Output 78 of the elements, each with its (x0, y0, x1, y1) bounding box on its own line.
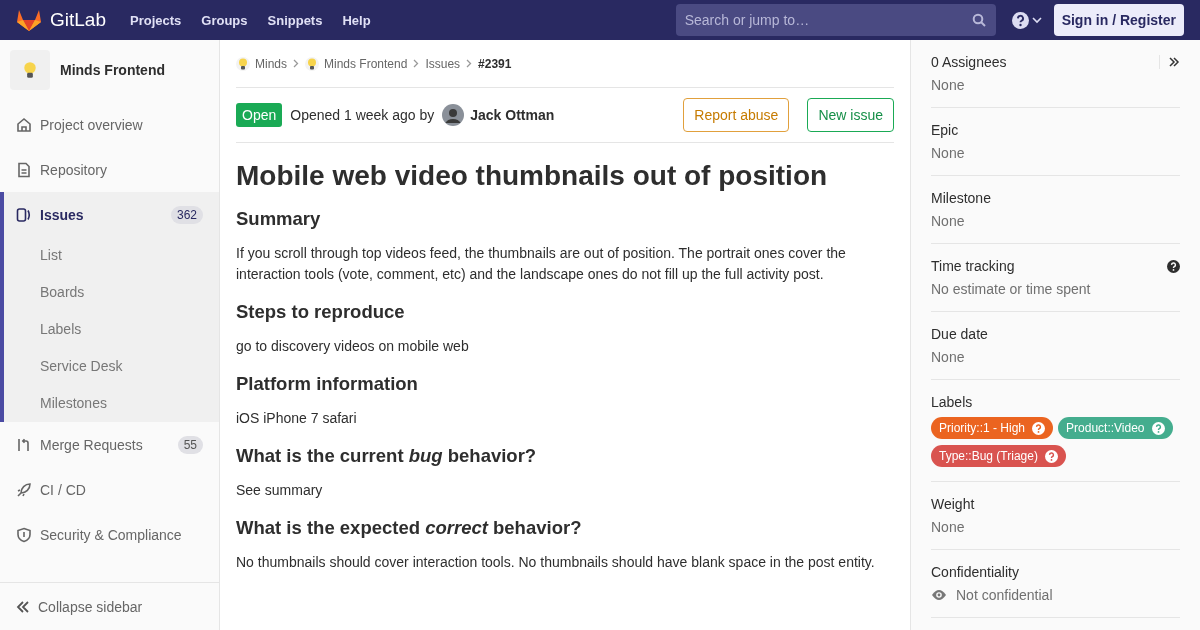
merge-request-icon (16, 436, 32, 453)
sidebar-subitem[interactable]: Boards (4, 274, 219, 311)
field-value: Not confidential (956, 587, 1053, 603)
nav-link[interactable]: Projects (130, 12, 182, 28)
field-value: None (931, 145, 966, 161)
sidebar-item[interactable]: Merge Requests 55 (0, 422, 219, 467)
sidebar-item[interactable]: Repository (0, 147, 219, 192)
rocket-icon (16, 481, 32, 498)
section-heading: Platform information (236, 373, 419, 395)
section-title: Milestone (931, 190, 991, 206)
document-icon (16, 161, 32, 178)
section-title: Time tracking (931, 258, 1015, 274)
report-abuse-button[interactable]: Report abuse (683, 98, 790, 132)
count-badge: 55 (177, 435, 203, 454)
section-title: Weight (931, 496, 975, 512)
breadcrumb-link[interactable]: Minds Frontend (305, 56, 408, 71)
logo-text[interactable]: GitLab (50, 9, 106, 31)
chevron-down-icon[interactable] (1031, 15, 1042, 25)
chevron-right-icon (293, 59, 299, 68)
sidebar-subitem[interactable]: Milestones (4, 385, 219, 422)
count-badge: 362 (170, 205, 203, 224)
sidebar-item[interactable]: Issues 362 (4, 192, 219, 237)
section-title: Confidentiality (931, 564, 1019, 580)
label-tag[interactable]: Type::Bug (Triage) (931, 445, 1066, 467)
issues-icon (16, 206, 32, 223)
sidebar-subitem[interactable]: Labels (4, 311, 219, 348)
lightbulb-icon (305, 56, 319, 71)
paragraph: iOS iPhone 7 safari (236, 409, 358, 428)
field-value: None (931, 77, 966, 93)
chevron-right-icon (466, 59, 473, 68)
paragraph: No thumbnails should cover interaction tools. No thumbnails should have blank space in the post entity. (236, 553, 876, 572)
paragraph: If you scroll through top videos feed, the thumbnails are out of position. The portrait ones cover the interaction tools (vote, comment, etc) and the landscape ones do not fill up the full activity post. (236, 244, 847, 284)
search-field[interactable]: Search or jump to… (675, 4, 996, 36)
field-value: None (931, 213, 966, 229)
field-value: None (931, 519, 966, 535)
nav-link[interactable]: Snippets (267, 12, 323, 28)
breadcrumb-link[interactable]: #2391 (478, 56, 512, 71)
new-issue-button[interactable]: New issue (807, 98, 894, 132)
nav-link[interactable]: Groups (201, 12, 248, 28)
fox-logo-icon[interactable] (16, 8, 42, 32)
double-chevron-left-icon (16, 599, 30, 614)
avatar-icon[interactable] (442, 104, 465, 126)
field-value: No estimate or time spent (931, 281, 1092, 297)
field-value: None (931, 349, 966, 365)
section-title: 0 Assignees (931, 54, 1007, 70)
author-link[interactable]: Jack Ottman (470, 107, 555, 123)
status-badge: Open (236, 103, 283, 127)
sidebar-subitem[interactable]: Service Desk (4, 348, 219, 385)
section-heading: Summary (236, 208, 322, 230)
sidebar-item[interactable]: Security & Compliance (0, 512, 219, 557)
shield-icon (16, 526, 32, 543)
section-heading: Steps to reproduce (236, 301, 406, 323)
section-heading: What is the current bug behavior? (236, 445, 538, 467)
double-chevron-right-icon[interactable] (1168, 56, 1180, 68)
lightbulb-icon (236, 56, 250, 71)
help-icon[interactable] (1167, 259, 1180, 273)
paragraph: go to discovery videos on mobile web (236, 337, 470, 356)
search-icon (971, 13, 986, 27)
breadcrumb-link[interactable]: Minds (236, 56, 287, 71)
section-title: Due date (931, 326, 988, 342)
home-icon (16, 116, 32, 133)
project-name[interactable]: Minds Frontend (60, 62, 165, 78)
sign-in-button[interactable]: Sign in / Register (1053, 4, 1184, 36)
sidebar-item[interactable]: CI / CD (0, 467, 219, 512)
section-title: Labels (931, 394, 973, 410)
sidebar-subitem[interactable]: List (4, 237, 219, 274)
help-icon[interactable] (1011, 11, 1029, 29)
paragraph: See summary (236, 481, 324, 500)
chevron-right-icon (413, 59, 420, 68)
label-tag[interactable]: Priority::1 - High (931, 417, 1054, 439)
issue-title: Mobile web video thumbnails out of position (236, 160, 829, 192)
nav-link[interactable]: Help (342, 12, 371, 28)
sidebar-item[interactable]: Project overview (0, 102, 219, 147)
opened-text: Opened 1 week ago by (290, 107, 435, 123)
breadcrumb-link[interactable]: Issues (425, 56, 461, 71)
section-heading: What is the expected correct behavior? (236, 517, 583, 539)
section-title: Epic (931, 122, 959, 138)
eye-icon (931, 589, 947, 601)
